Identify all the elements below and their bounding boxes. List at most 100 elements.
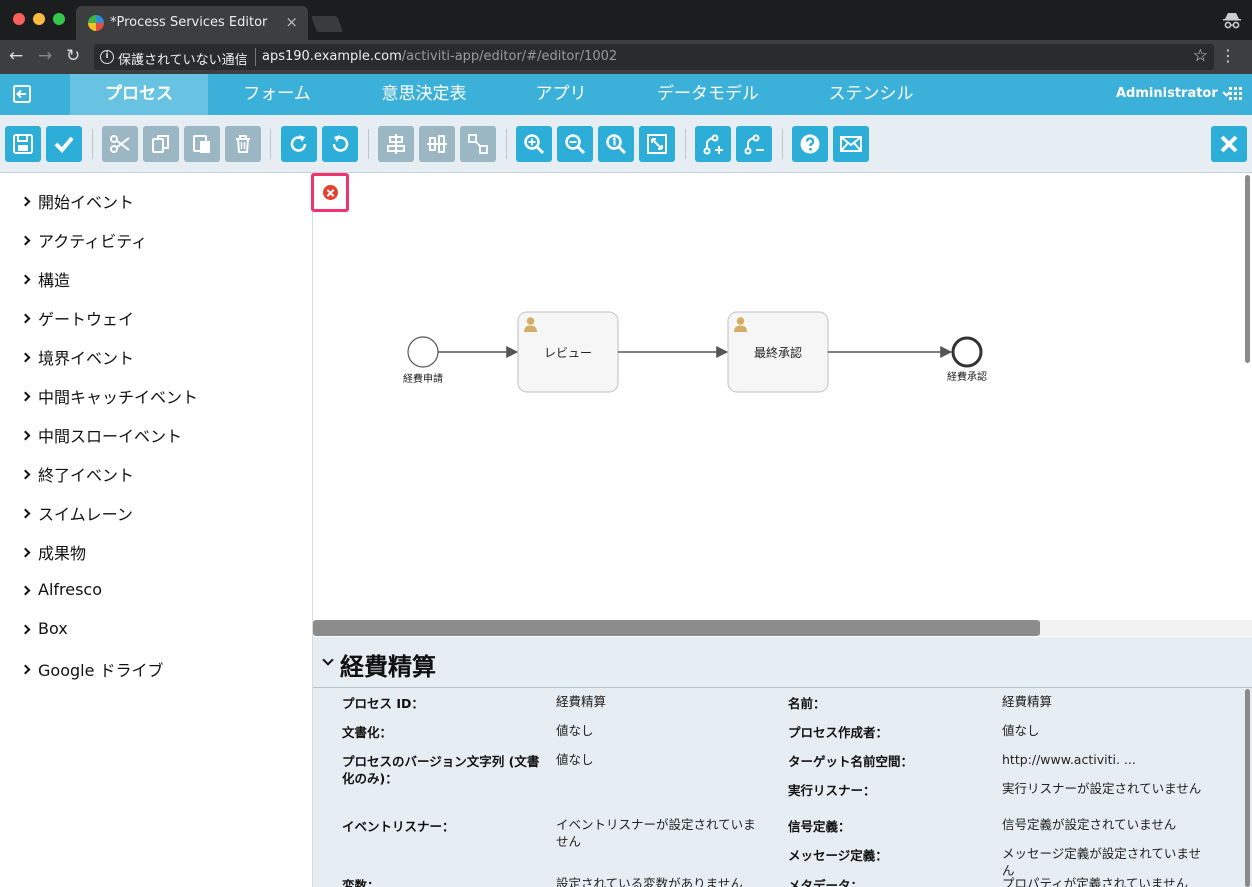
property-value[interactable]: 実行リスナーが設定されていません	[1002, 780, 1202, 797]
checkmark-icon	[54, 136, 74, 153]
palette-group-box[interactable]: Box	[20, 619, 68, 638]
palette-group-intermediate-throw[interactable]: 中間スローイベント	[20, 423, 182, 447]
chevron-right-icon	[20, 235, 31, 246]
property-value[interactable]: 信号定義が設定されていません	[1002, 816, 1202, 833]
property-value[interactable]: 経費精算	[1002, 693, 1202, 710]
palette-group-label: Alfresco	[38, 580, 103, 599]
window-zoom-button[interactable]	[53, 13, 65, 25]
palette-group-label: 中間キャッチイベント	[38, 388, 199, 407]
apps-grid-icon[interactable]	[1229, 87, 1242, 100]
nav-tab-app[interactable]: アプリ	[492, 74, 630, 115]
nav-tab-decision-table[interactable]: 意思決定表	[355, 74, 493, 115]
align-horizontal-icon	[427, 135, 447, 153]
remove-bendpoint-icon	[744, 134, 764, 155]
feedback-button[interactable]	[833, 126, 869, 162]
chevron-right-icon	[20, 196, 31, 207]
properties-header[interactable]: 経費精算	[313, 637, 1252, 688]
palette-group-label: Box	[38, 619, 68, 638]
chevron-right-icon	[20, 469, 31, 480]
start-event[interactable]	[407, 336, 439, 368]
url-path: /activiti-app/editor/#/editor/1002	[401, 49, 618, 64]
nav-tab-data-model[interactable]: データモデル	[638, 74, 778, 115]
palette-group-activities[interactable]: アクティビティ	[20, 228, 147, 252]
app-navigation: プロセス フォーム 意思決定表 アプリ データモデル ステンシル Adminis…	[0, 74, 1252, 121]
zoom-fit-button[interactable]	[639, 126, 675, 162]
nav-tab-process[interactable]: プロセス	[70, 74, 208, 121]
cut-button[interactable]	[102, 126, 138, 162]
end-event[interactable]	[951, 336, 983, 368]
help-button[interactable]	[792, 126, 828, 162]
zoom-in-button[interactable]	[516, 126, 552, 162]
copy-button[interactable]	[143, 126, 179, 162]
add-bendpoint-button[interactable]	[695, 126, 731, 162]
nav-tab-form[interactable]: フォーム	[208, 74, 346, 115]
palette-group-label: 成果物	[38, 544, 87, 563]
property-value[interactable]: 値なし	[556, 751, 756, 768]
help-icon	[800, 134, 820, 154]
zoom-actual-button[interactable]	[598, 126, 634, 162]
paste-button[interactable]	[184, 126, 220, 162]
property-label: ターゲット名前空間：	[788, 754, 914, 769]
zoom-out-icon	[565, 134, 586, 155]
palette-group-boundary-events[interactable]: 境界イベント	[20, 345, 134, 369]
palette-group-structural[interactable]: 構造	[20, 267, 70, 291]
new-tab-button[interactable]	[311, 16, 343, 32]
validate-button[interactable]	[46, 126, 82, 162]
property-value[interactable]: 設定されている変数がありません	[556, 875, 756, 887]
same-size-button[interactable]	[460, 126, 496, 162]
undo-button[interactable]	[322, 126, 358, 162]
reload-button[interactable]: ↻	[66, 46, 80, 66]
user-menu[interactable]: Administrator	[1116, 86, 1231, 101]
property-value[interactable]: http://www.activiti. ...	[1002, 751, 1202, 768]
properties-vertical-scrollbar[interactable]	[1245, 689, 1250, 887]
property-value[interactable]: 経費精算	[556, 693, 756, 710]
remove-bendpoint-button[interactable]	[736, 126, 772, 162]
forward-button[interactable]: →	[38, 46, 52, 66]
palette-group-end-events[interactable]: 終了イベント	[20, 462, 134, 486]
nav-tab-stencil[interactable]: ステンシル	[802, 74, 940, 115]
property-label: 名前：	[788, 696, 826, 711]
browser-tab[interactable]: *Process Services Editor ×	[76, 6, 308, 40]
toolbar-divider	[782, 129, 783, 159]
close-editor-button[interactable]	[1211, 126, 1247, 162]
property-value[interactable]: メッセージ定義が設定されていません	[1002, 845, 1202, 879]
align-vertical-button[interactable]	[378, 126, 414, 162]
property-value[interactable]: 値なし	[556, 722, 756, 739]
redo-button[interactable]	[281, 126, 317, 162]
canvas-horizontal-scrollbar[interactable]	[313, 620, 1040, 636]
info-icon[interactable]: i	[100, 50, 114, 64]
align-vertical-icon	[387, 134, 405, 154]
palette-group-label: 開始イベント	[38, 193, 135, 212]
delete-button[interactable]	[225, 126, 261, 162]
palette-group-gateways[interactable]: ゲートウェイ	[20, 306, 134, 330]
bookmark-star-icon[interactable]: ☆	[1193, 46, 1208, 66]
palette-group-intermediate-catch[interactable]: 中間キャッチイベント	[20, 384, 199, 408]
palette-group-google-drive[interactable]: Google ドライブ	[20, 657, 164, 681]
palette-group-start-events[interactable]: 開始イベント	[20, 189, 135, 213]
save-button[interactable]	[5, 126, 41, 162]
zoom-out-button[interactable]	[557, 126, 593, 162]
start-event-label: 経費申請	[403, 374, 443, 385]
property-label: 変数：	[342, 878, 380, 887]
window-minimize-button[interactable]	[33, 13, 45, 25]
property-value[interactable]: イベントリスナーが設定されていません	[556, 816, 756, 850]
palette-group-artifacts[interactable]: 成果物	[20, 540, 87, 564]
user-name: Administrator	[1116, 86, 1218, 101]
palette-group-alfresco[interactable]: Alfresco	[20, 580, 103, 599]
tab-close-icon[interactable]: ×	[285, 13, 298, 31]
delete-selection-icon[interactable]	[311, 173, 349, 212]
browser-menu-icon[interactable]: ⋮	[1220, 46, 1236, 65]
back-button[interactable]: ←	[9, 46, 23, 66]
url-text: aps190.example.com/activiti-app/editor/#…	[262, 49, 617, 64]
window-close-button[interactable]	[13, 13, 25, 25]
url-field[interactable]: i 保護されていない通信 aps190.example.com/activiti…	[94, 44, 1214, 70]
canvas-vertical-scrollbar[interactable]	[1245, 175, 1250, 363]
palette-group-swimlanes[interactable]: スイムレーン	[20, 501, 133, 525]
exit-editor-icon[interactable]	[12, 84, 32, 104]
task-label: 最終承認	[753, 346, 802, 360]
property-label: 信号定義：	[788, 819, 851, 834]
property-value[interactable]: プロパティが定義されていません	[1002, 875, 1202, 887]
property-value[interactable]: 値なし	[1002, 722, 1202, 739]
align-horizontal-button[interactable]	[419, 126, 455, 162]
diagram-canvas[interactable]: レビュー 最終承認 経費申請 経費承認	[313, 173, 1252, 637]
